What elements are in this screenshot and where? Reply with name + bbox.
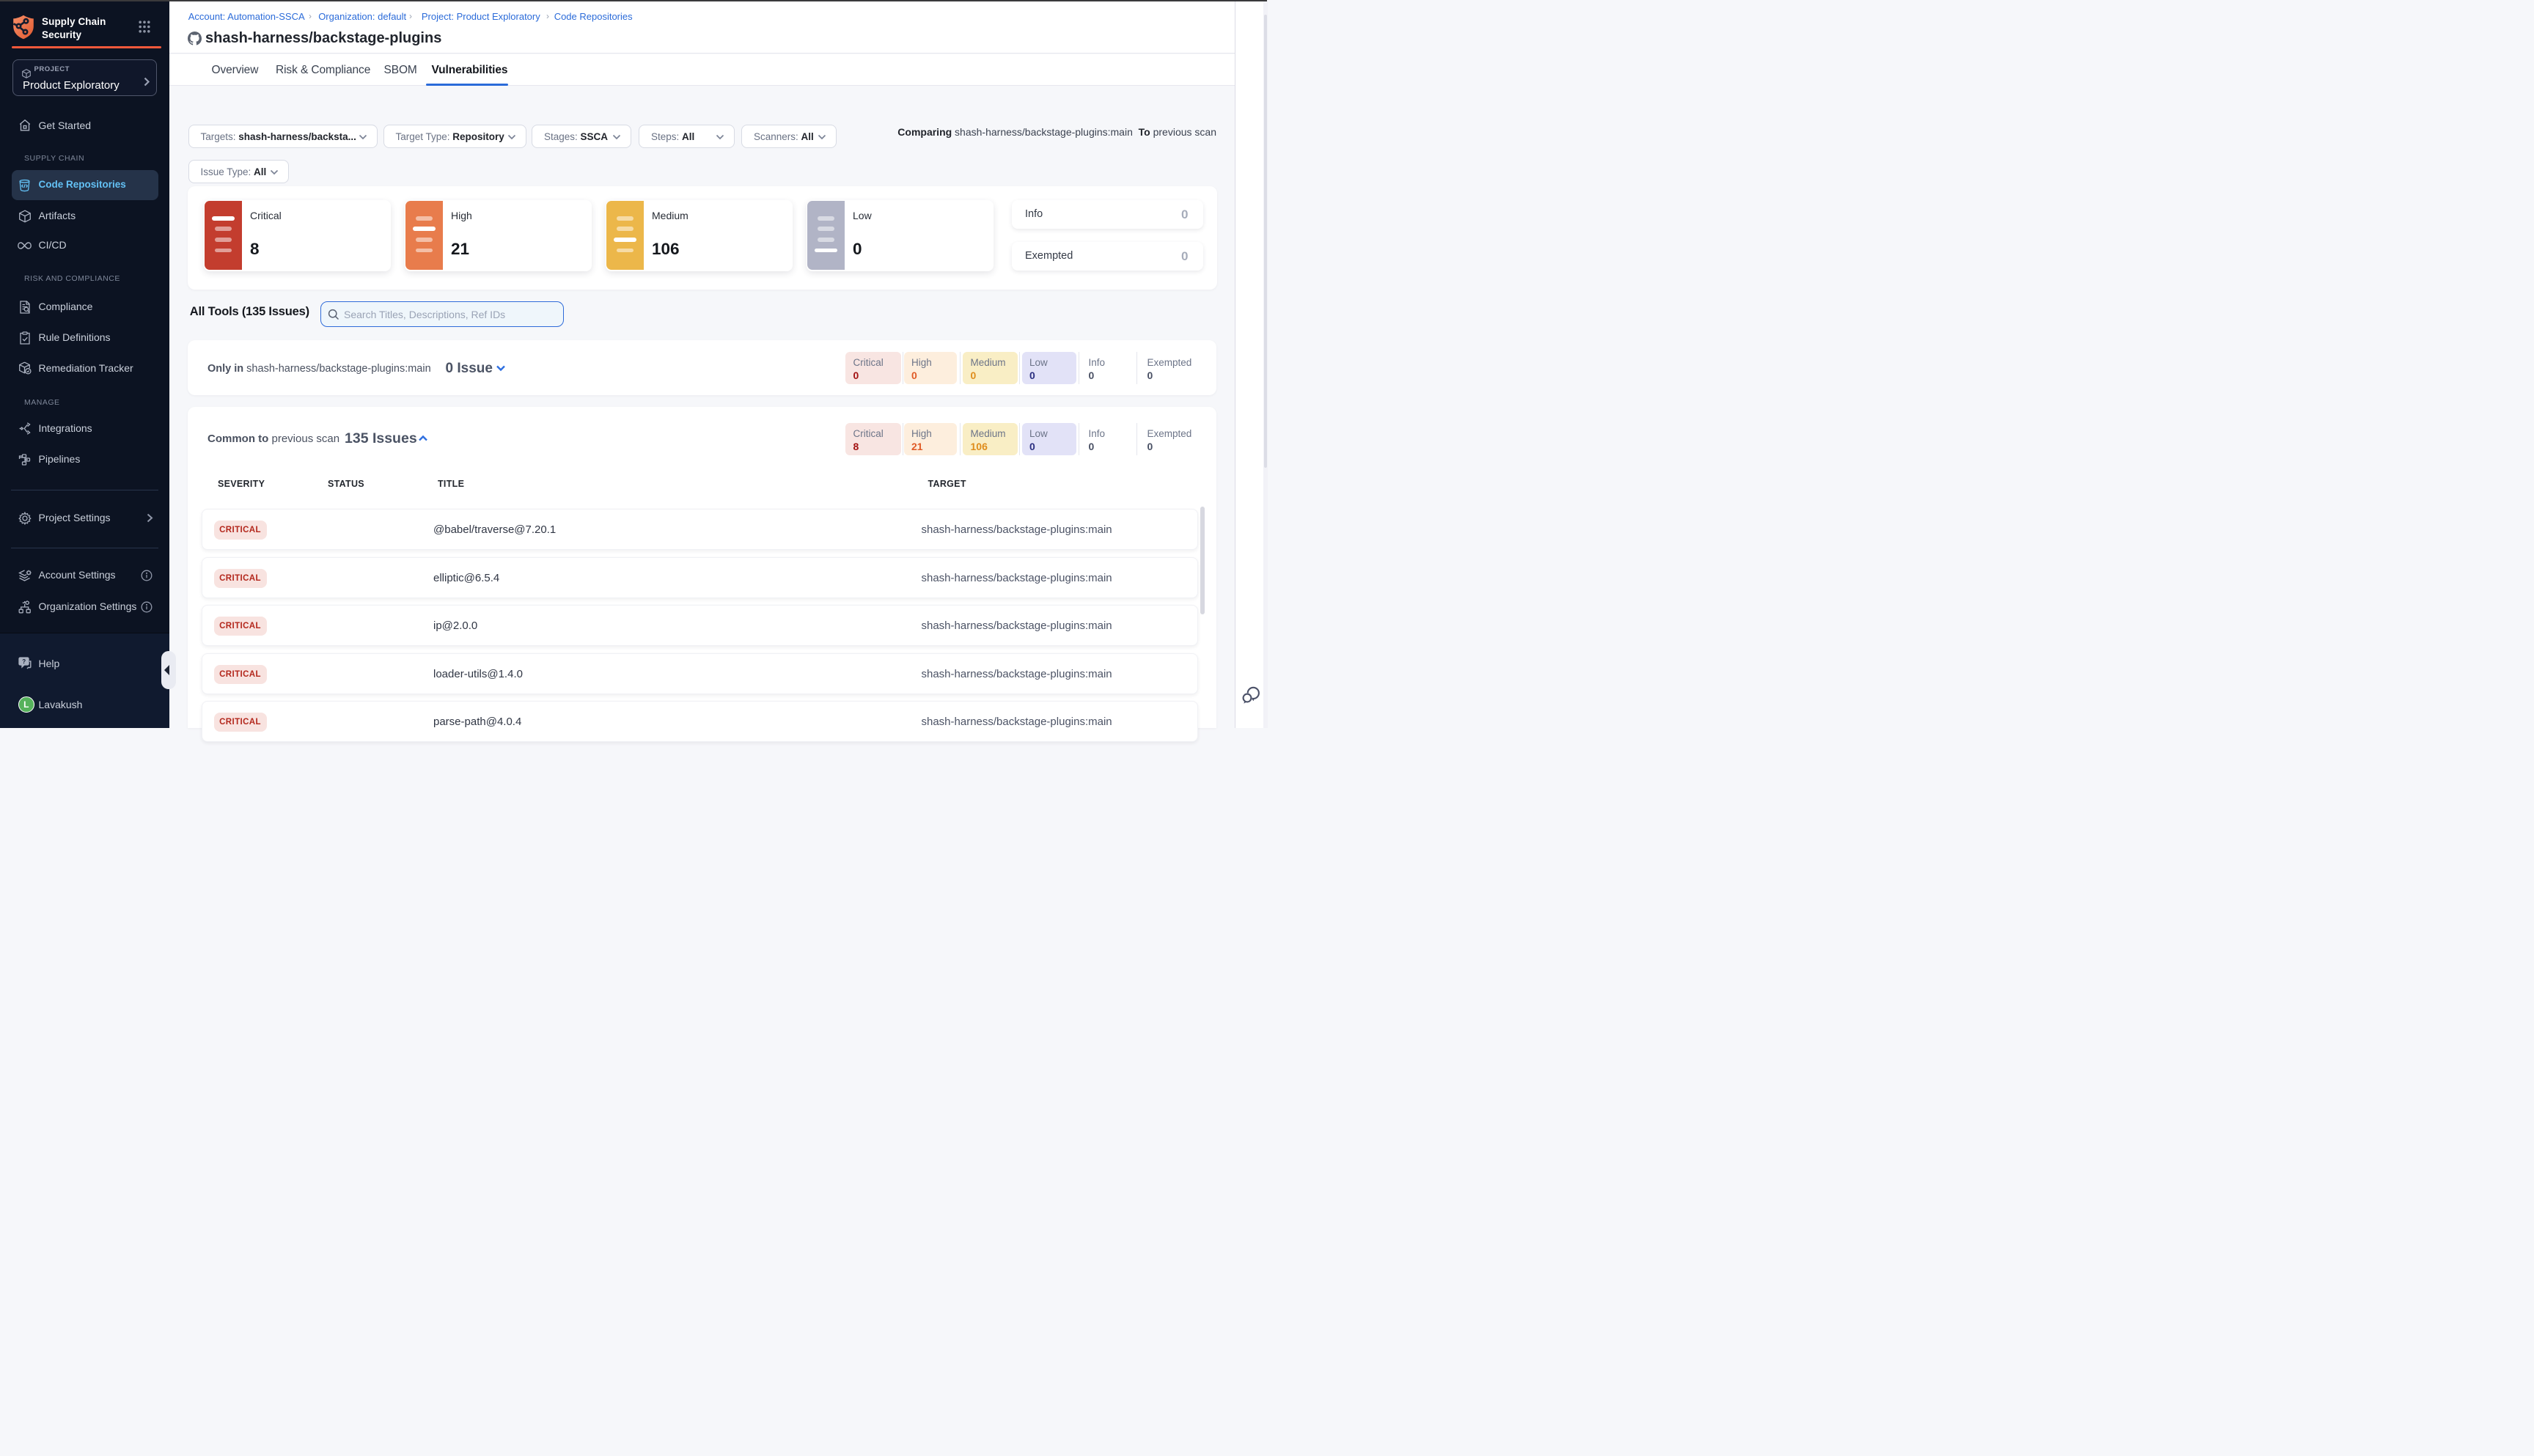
svg-text:?: ? [22,658,26,665]
